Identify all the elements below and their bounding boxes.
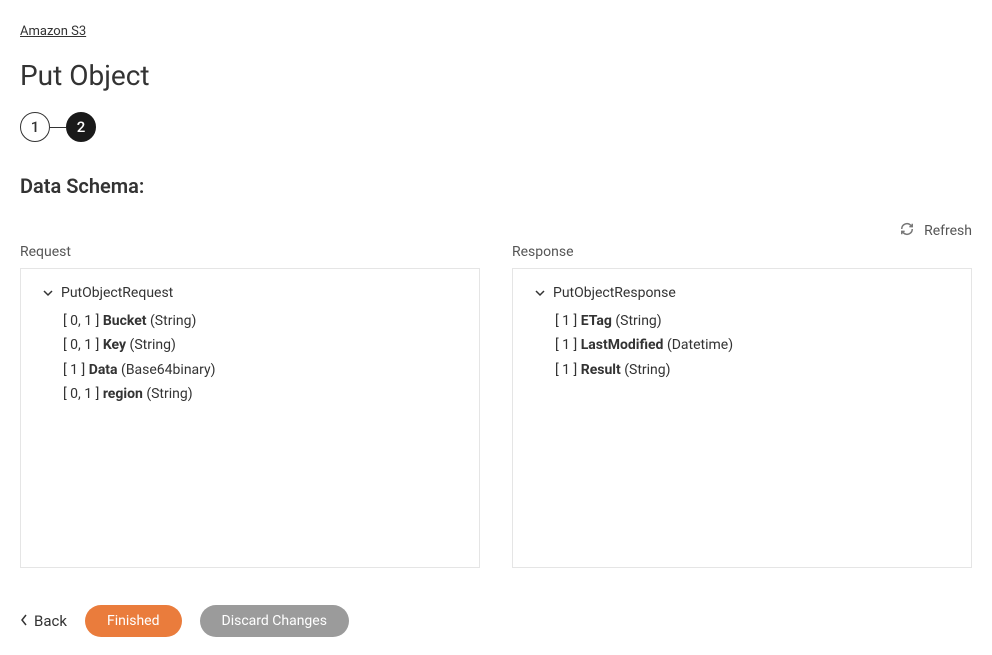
field-cardinality: [ 1 ] [555, 337, 581, 353]
refresh-icon [900, 222, 914, 240]
field-cardinality: [ 1 ] [555, 313, 581, 329]
field-type: (String) [146, 386, 192, 402]
field-name: Key [103, 337, 126, 353]
discard-changes-button[interactable]: Discard Changes [200, 605, 349, 637]
request-label: Request [20, 244, 480, 260]
breadcrumb-link[interactable]: Amazon S3 [20, 24, 86, 39]
response-field[interactable]: [ 1 ] Result (String) [555, 358, 949, 382]
response-root[interactable]: PutObjectResponse [535, 285, 949, 301]
field-name: ETag [581, 313, 612, 329]
request-field[interactable]: [ 1 ] Data (Base64binary) [63, 358, 457, 382]
response-field[interactable]: [ 1 ] ETag (String) [555, 309, 949, 333]
field-type: (String) [130, 337, 176, 353]
chevron-down-icon [43, 288, 53, 298]
field-cardinality: [ 0, 1 ] [63, 337, 103, 353]
field-name: region [103, 386, 143, 402]
response-panel: PutObjectResponse [ 1 ] ETag (String)[ 1… [512, 268, 972, 568]
request-field[interactable]: [ 0, 1 ] Key (String) [63, 333, 457, 357]
step-connector [50, 127, 66, 128]
field-type: (Datetime) [667, 337, 733, 353]
response-label: Response [512, 244, 972, 260]
back-label: Back [34, 612, 67, 630]
response-field[interactable]: [ 1 ] LastModified (Datetime) [555, 333, 949, 357]
field-cardinality: [ 0, 1 ] [63, 313, 103, 329]
field-name: Result [581, 362, 621, 378]
field-cardinality: [ 1 ] [555, 362, 581, 378]
field-type: (String) [624, 362, 670, 378]
field-name: LastModified [581, 337, 664, 353]
field-cardinality: [ 0, 1 ] [63, 386, 103, 402]
step-2[interactable]: 2 [66, 112, 96, 142]
back-button[interactable]: Back [20, 612, 67, 630]
field-cardinality: [ 1 ] [63, 362, 89, 378]
field-type: (Base64binary) [121, 362, 216, 378]
page-title: Put Object [20, 59, 972, 92]
request-panel: PutObjectRequest [ 0, 1 ] Bucket (String… [20, 268, 480, 568]
request-root[interactable]: PutObjectRequest [43, 285, 457, 301]
step-1[interactable]: 1 [20, 112, 50, 142]
chevron-left-icon [20, 612, 28, 630]
chevron-down-icon [535, 288, 545, 298]
field-type: (String) [615, 313, 661, 329]
request-field[interactable]: [ 0, 1 ] Bucket (String) [63, 309, 457, 333]
request-root-name: PutObjectRequest [61, 285, 173, 301]
finished-button[interactable]: Finished [85, 605, 182, 637]
section-title: Data Schema: [20, 174, 972, 198]
field-name: Data [89, 362, 118, 378]
stepper: 1 2 [20, 112, 972, 142]
response-root-name: PutObjectResponse [553, 285, 676, 301]
refresh-label: Refresh [924, 223, 972, 239]
field-name: Bucket [103, 313, 147, 329]
refresh-button[interactable]: Refresh [900, 222, 972, 240]
request-field[interactable]: [ 0, 1 ] region (String) [63, 382, 457, 406]
field-type: (String) [150, 313, 196, 329]
